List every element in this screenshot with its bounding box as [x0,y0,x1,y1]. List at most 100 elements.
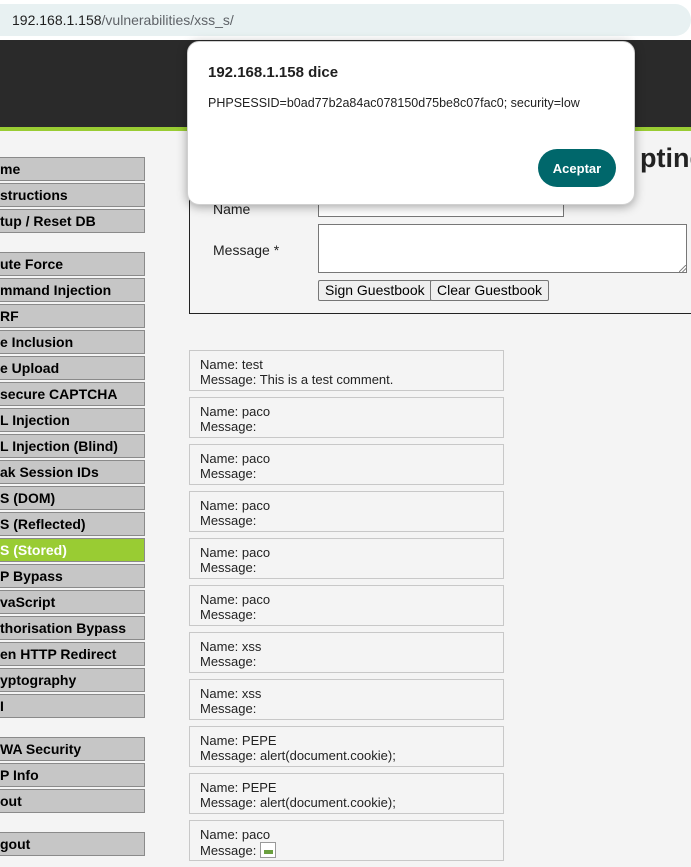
url-field[interactable]: 192.168.1.158/vulnerabilities/xss_s/ [0,4,691,36]
sidebar-item-label: thorisation Bypass [0,620,127,636]
sidebar-item-label: out [0,793,22,809]
comment-message-row: Message: [200,842,503,858]
sidebar-item-dvwa-security[interactable]: WA Security [0,737,145,761]
sidebar-item-xss-dom[interactable]: S (DOM) [0,486,145,510]
guestbook-comment: Name: paco Message: [189,585,504,626]
sidebar-item-label: tup / Reset DB [0,213,96,229]
comment-name: Name: paco [200,498,271,513]
comment-name: Name: paco [200,545,271,560]
sidebar-item-php-info[interactable]: P Info [0,763,145,787]
sidebar-item-csp-bypass[interactable]: P Bypass [0,564,145,588]
comment-name: Name: paco [200,404,271,419]
sidebar-item-label: e Inclusion [0,334,74,350]
sidebar-item-file-inclusion[interactable]: e Inclusion [0,330,145,354]
sidebar-item-label: P Info [0,767,39,783]
sidebar-item-label: yptography [0,672,77,688]
dialog-message: PHPSESSID=b0ad77b2a84ac078150d75be8c07fa… [208,96,580,110]
sidebar-item-home[interactable]: me [0,157,145,181]
sidebar-item-logout[interactable]: gout [0,832,145,856]
sidebar-item-label: RF [0,308,19,324]
sidebar-item-cryptography[interactable]: yptography [0,668,145,692]
comment-name: Name: PEPE [200,780,277,795]
sidebar-item-label: ak Session IDs [0,464,99,480]
broken-image-icon [260,842,276,858]
sidebar-item-authorisation-bypass[interactable]: thorisation Bypass [0,616,145,640]
sidebar-item-label: I [0,698,4,714]
comment-message: Message: [200,513,257,528]
comment-name: Name: xss [200,639,262,654]
sidebar-item-command-injection[interactable]: mmand Injection [0,278,145,302]
sidebar-item-javascript[interactable]: vaScript [0,590,145,614]
guestbook-comment: Name: paco Message: [189,397,504,438]
sidebar-item-label: WA Security [0,741,82,757]
dialog-accept-button[interactable]: Aceptar [538,149,616,187]
sidebar-item-weak-session-ids[interactable]: ak Session IDs [0,460,145,484]
sidebar-item-sql-injection-blind[interactable]: L Injection (Blind) [0,434,145,458]
sidebar-item-label: S (Stored) [0,542,67,558]
comment-message: Message: [200,843,257,858]
url-host: 192.168.1.158 [12,12,102,28]
guestbook-comment: Name: paco Message: [189,820,504,861]
sidebar-item-label: en HTTP Redirect [0,646,117,662]
comment-name: Name: test [200,357,263,372]
url-text: 192.168.1.158/vulnerabilities/xss_s/ [12,4,234,36]
comment-name: Name: paco [200,592,271,607]
sidebar-item-label: gout [0,836,31,852]
comment-name: Name: paco [200,827,271,842]
comment-message: Message: [200,654,257,669]
sidebar-item-label: vaScript [0,594,56,610]
sidebar-item-insecure-captcha[interactable]: secure CAPTCHA [0,382,145,406]
sidebar-item-label: secure CAPTCHA [0,386,118,402]
sidebar-item-xss-stored[interactable]: S (Stored) [0,538,145,562]
sign-guestbook-button[interactable]: Sign Guestbook [318,280,432,301]
sidebar-item-label: mmand Injection [0,282,112,298]
comment-message: Message: [200,560,257,575]
sidebar-item-sql-injection[interactable]: L Injection [0,408,145,432]
alert-dialog: 192.168.1.158 dice PHPSESSID=b0ad77b2a84… [187,41,635,205]
sidebar-item-csrf[interactable]: RF [0,304,145,328]
guestbook-comment: Name: test Message: This is a test commen… [189,350,504,391]
sidebar-item-label: S (Reflected) [0,516,86,532]
sidebar-item-file-upload[interactable]: e Upload [0,356,145,380]
guestbook-comment: Name: xss Message: [189,679,504,720]
sidebar-item-api[interactable]: I [0,694,145,718]
sidebar-item-setup[interactable]: tup / Reset DB [0,209,145,233]
sidebar-item-label: S (DOM) [0,490,56,506]
guestbook-comment: Name: paco Message: [189,538,504,579]
comment-message: Message: alert(document.cookie); [200,748,396,763]
message-textarea[interactable] [318,224,687,273]
sidebar-item-label: ute Force [0,256,64,272]
message-label: Message * [213,242,280,258]
comment-name: Name: PEPE [200,733,277,748]
comment-message: Message: This is a test comment. [200,372,394,387]
comment-message: Message: alert(document.cookie); [200,795,396,810]
clear-guestbook-button[interactable]: Clear Guestbook [430,280,550,301]
dialog-title: 192.168.1.158 dice [208,64,339,81]
comment-message: Message: [200,701,257,716]
sidebar-item-open-http-redirect[interactable]: en HTTP Redirect [0,642,145,666]
sidebar-item-instructions[interactable]: structions [0,183,145,207]
guestbook-comment: Name: PEPE Message: alert(document.cookie… [189,773,504,814]
comment-message: Message: [200,419,257,434]
guestbook-comment: Name: paco Message: [189,491,504,532]
sidebar-item-label: L Injection [0,412,70,428]
comment-message: Message: [200,607,257,622]
comment-name: Name: xss [200,686,262,701]
guestbook-comment: Name: paco Message: [189,444,504,485]
page-title: pting [640,143,691,173]
sidebar-item-label: L Injection (Blind) [0,438,118,454]
sidebar-item-xss-reflected[interactable]: S (Reflected) [0,512,145,536]
resize-grip-icon[interactable] [679,265,686,272]
browser-address-bar: 192.168.1.158/vulnerabilities/xss_s/ [0,0,691,40]
guestbook-comment: Name: PEPE Message: alert(document.cookie… [189,726,504,767]
sidebar-item-label: structions [0,187,68,203]
guestbook-comment: Name: xss Message: [189,632,504,673]
comment-message: Message: [200,466,257,481]
comment-name: Name: paco [200,451,271,466]
sidebar-item-about[interactable]: out [0,789,145,813]
sidebar-item-brute-force[interactable]: ute Force [0,252,145,276]
sidebar-item-label: me [0,161,21,177]
sidebar-item-label: e Upload [0,360,60,376]
sidebar-item-label: P Bypass [0,568,63,584]
url-path: /vulnerabilities/xss_s/ [101,12,234,28]
